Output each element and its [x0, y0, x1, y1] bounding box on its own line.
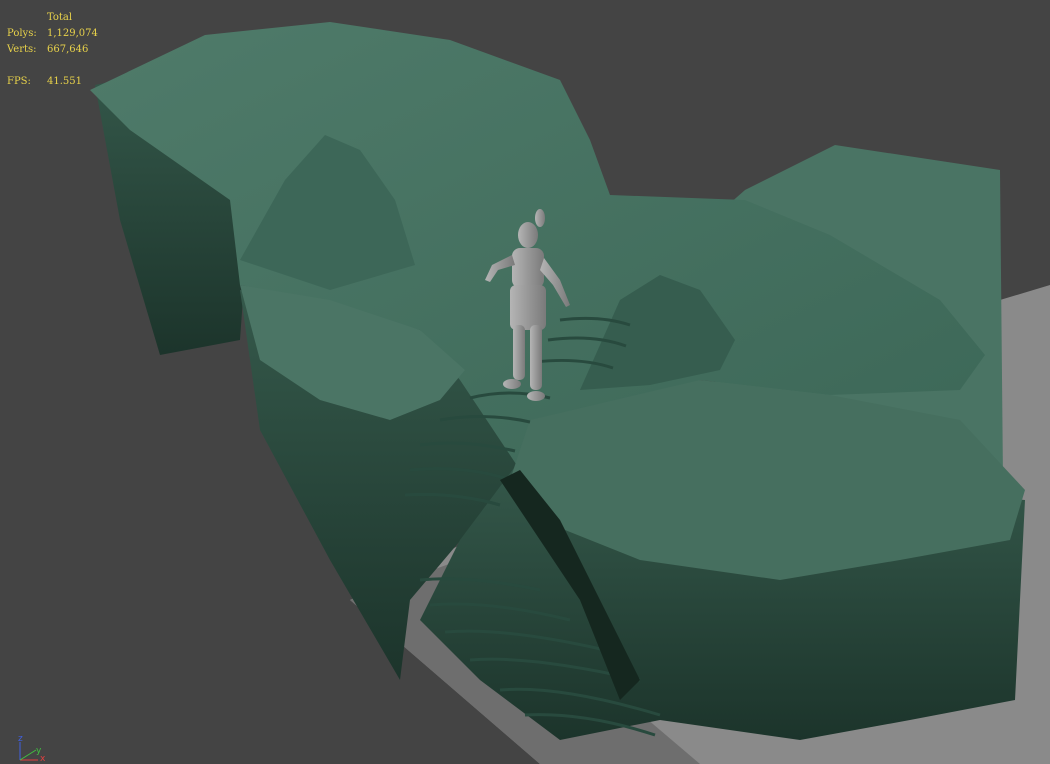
viewport-statistics: Total Polys: 1,129,074 Verts: 667,646 FP…	[7, 10, 98, 90]
polys-value: 1,129,074	[47, 28, 98, 39]
axis-z-label: z	[18, 734, 23, 744]
fps-value: 41.551	[47, 76, 82, 87]
3d-viewport[interactable]: Total Polys: 1,129,074 Verts: 667,646 FP…	[0, 0, 1050, 764]
axis-x-label: x	[40, 754, 46, 764]
polys-label: Polys:	[7, 28, 37, 39]
axis-tripod-icon: z y x	[10, 734, 50, 764]
verts-label: Verts:	[7, 44, 37, 55]
stats-title: Total	[47, 12, 73, 23]
rock-cliff-scene[interactable]	[0, 0, 1050, 764]
verts-value: 667,646	[47, 44, 89, 55]
fps-label: FPS:	[7, 76, 31, 87]
